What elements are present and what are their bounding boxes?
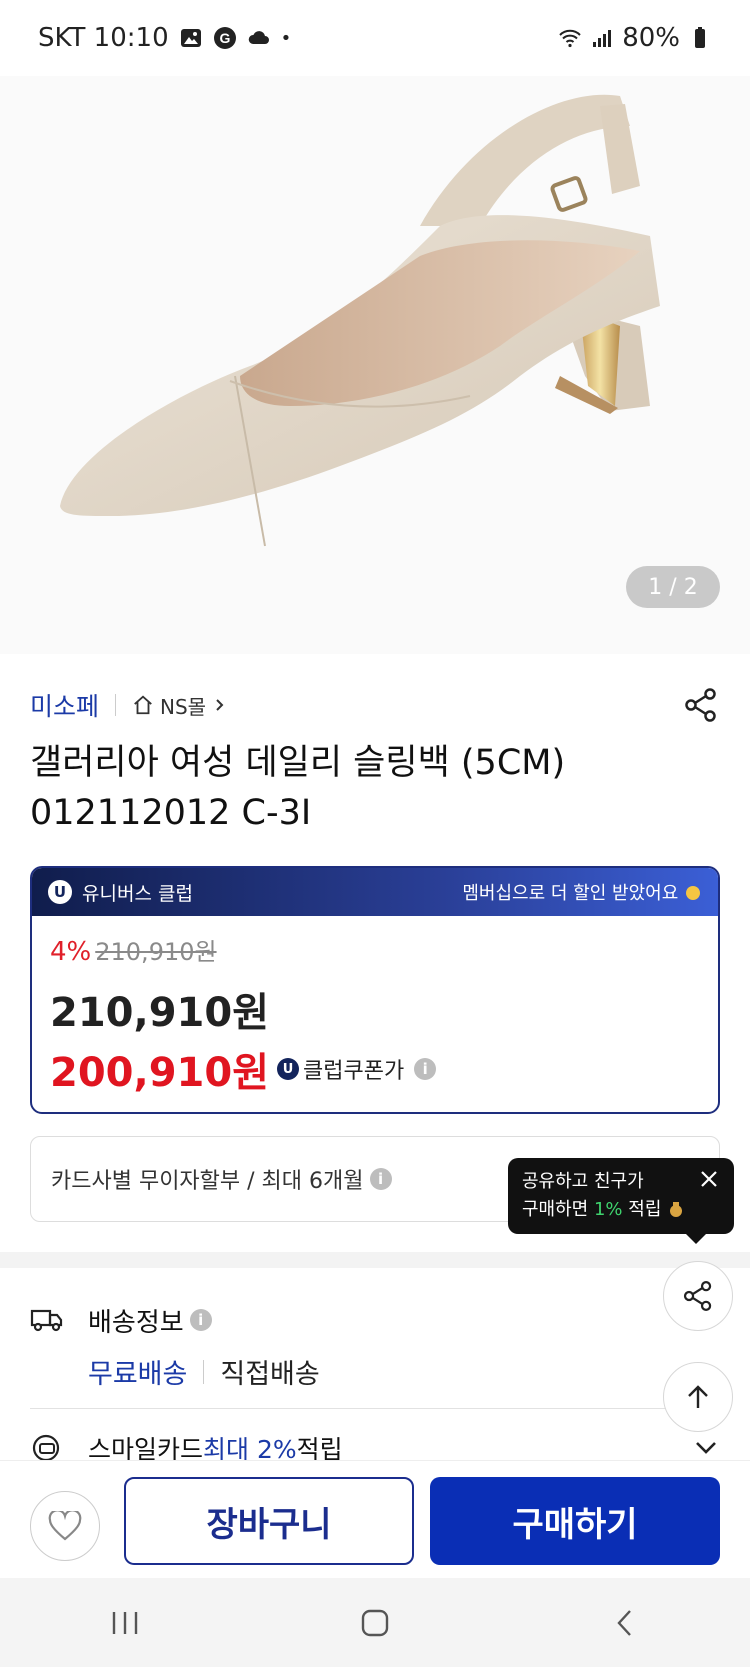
tooltip-arrow [686, 1234, 706, 1244]
store-row: 미소페 NS몰 [30, 688, 720, 722]
share-reward-tooltip: 공유하고 친구가 구매하면 1% 적립 [508, 1158, 734, 1244]
gallery-icon [180, 29, 201, 47]
info-icon[interactable]: i [414, 1058, 437, 1080]
arrow-up-icon [688, 1385, 708, 1408]
image-page-indicator: 1 / 2 [626, 566, 720, 608]
carrier-time: SKT 10:10 [38, 23, 169, 53]
club-name: 유니버스 클럽 [82, 882, 193, 905]
coupon-label-text: 클럽쿠폰가 [303, 1059, 405, 1084]
chevron-down-icon[interactable] [692, 1434, 720, 1462]
back-icon [617, 1609, 631, 1636]
wishlist-button[interactable] [30, 1491, 100, 1561]
divider [203, 1359, 205, 1384]
section-divider [0, 1252, 750, 1268]
info-icon[interactable]: i [189, 1309, 212, 1331]
delivery-title: 배송정보 [88, 1307, 184, 1338]
delivery-options: 무료배송 직접배송 [88, 1352, 320, 1391]
recent-apps-icon [112, 1611, 138, 1634]
brand-link[interactable]: 미소페 [30, 687, 99, 723]
original-price: 210,910원 [95, 938, 217, 966]
scroll-top-button[interactable] [663, 1362, 733, 1432]
home-button[interactable] [345, 1593, 405, 1653]
heart-icon [48, 1511, 82, 1541]
share-icon [683, 1281, 712, 1311]
battery-level: 80% [622, 23, 680, 53]
coupon-label[interactable]: U 클럽쿠폰가 i [277, 1053, 437, 1085]
installment-text: 카드사별 무이자할부 / 최대 6개월 [51, 1169, 364, 1194]
club-promo: 멤버십으로 더 할인 받았어요 [462, 879, 702, 905]
bottom-action-bar: 장바구니 구매하기 [0, 1460, 750, 1578]
mall-label: NS몰 [160, 694, 207, 719]
delivery-info-row: 배송정보 i [30, 1300, 630, 1340]
recent-apps-button[interactable] [95, 1593, 155, 1653]
cloud-icon [248, 31, 269, 44]
status-bar: SKT 10:10 G • 80% [0, 0, 750, 76]
universe-club-mini-logo: U [277, 1058, 299, 1080]
svg-text:G: G [219, 30, 230, 46]
truck-icon [30, 1309, 63, 1332]
signal-icon [593, 30, 612, 47]
wifi-icon [559, 29, 581, 48]
coupon-price: 200,910원 [50, 1050, 269, 1096]
google-icon: G [213, 27, 236, 49]
coupon-price-row: 200,910원 U 클럽쿠폰가 i [50, 1040, 437, 1098]
product-title: 갤러리아 여성 데일리 슬링백 (5CM) 012112012 C-3I [30, 743, 566, 833]
tooltip-line1: 공유하고 친구가 [522, 1171, 644, 1192]
discount-rate: 4% [50, 937, 92, 967]
close-icon[interactable] [698, 1168, 720, 1190]
system-nav-bar [0, 1578, 750, 1667]
discount-row: 4% 210,910원 [50, 932, 217, 967]
chevron-right-icon [216, 699, 224, 711]
share-icon[interactable] [682, 686, 720, 724]
divider [115, 694, 117, 716]
tooltip-rate: 1% [593, 1199, 623, 1220]
money-bag-icon [670, 1202, 683, 1217]
home-icon [134, 695, 152, 715]
buy-now-button[interactable]: 구매하기 [430, 1477, 720, 1565]
mall-link[interactable]: NS몰 [132, 691, 228, 720]
universe-club-logo: U [48, 880, 72, 904]
club-header[interactable]: U 유니버스 클럽 멤버십으로 더 할인 받았어요 [32, 868, 718, 916]
share-fab[interactable] [663, 1261, 733, 1331]
direct-shipping-label: 직접배송 [220, 1359, 320, 1390]
back-button[interactable] [595, 1593, 655, 1653]
add-to-cart-button[interactable]: 장바구니 [124, 1477, 414, 1565]
sale-price: 210,910원 [50, 990, 269, 1036]
clap-icon [686, 886, 700, 900]
product-image[interactable]: 1 / 2 [0, 76, 750, 654]
free-shipping-label: 무료배송 [88, 1359, 188, 1390]
home-square-icon [361, 1609, 389, 1636]
club-price-box: U 유니버스 클럽 멤버십으로 더 할인 받았어요 4% 210,910원 21… [30, 866, 720, 1114]
dot-icon: • [280, 27, 292, 49]
info-icon[interactable]: i [369, 1168, 392, 1190]
tooltip-line2: 구매하면 1% 적립 [522, 1196, 720, 1224]
divider [30, 1408, 720, 1409]
battery-icon [695, 27, 705, 48]
